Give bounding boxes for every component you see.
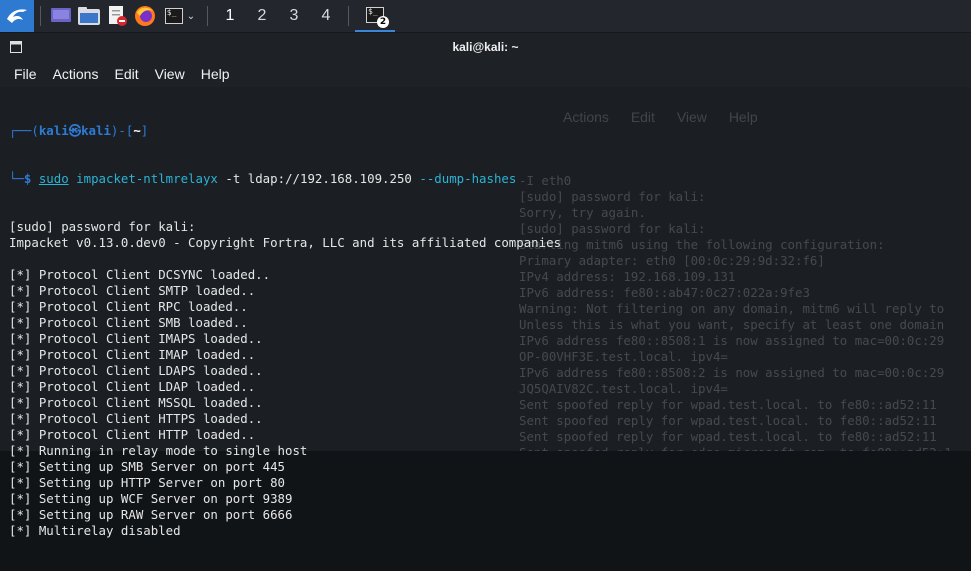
- output-line: [sudo] password for kali:: [9, 219, 196, 234]
- terminal-task-button[interactable]: $_ 2: [355, 0, 395, 32]
- command-target: ldap://192.168.109.250: [247, 171, 412, 186]
- firefox-icon: [135, 6, 155, 26]
- menubar: File Actions Edit View Help: [0, 61, 971, 87]
- command-flag: --dump-hashes: [419, 171, 517, 186]
- output-line: [*] Protocol Client HTTPS loaded..: [9, 411, 263, 426]
- menu-edit[interactable]: Edit: [106, 66, 146, 82]
- kali-menu-button[interactable]: [0, 0, 34, 32]
- terminal-launcher[interactable]: $_ ⌄: [159, 0, 201, 32]
- output-line: [*] Multirelay disabled: [9, 523, 181, 538]
- menu-view[interactable]: View: [147, 66, 193, 82]
- show-desktop-button[interactable]: [47, 0, 75, 32]
- command-program: impacket-ntlmrelayx: [76, 171, 218, 186]
- output-line: [*] Protocol Client SMB loaded..: [9, 315, 248, 330]
- text-editor-launcher[interactable]: [103, 0, 131, 32]
- taskbar-separator: [207, 6, 208, 26]
- output-line: [*] Protocol Client DCSYNC loaded..: [9, 267, 271, 282]
- output-line: [*] Protocol Client RPC loaded..: [9, 299, 248, 314]
- prompt-path: ~: [133, 123, 141, 138]
- output-line: [*] Setting up HTTP Server on port 80: [9, 475, 286, 490]
- output-line: [*] Protocol Client MSSQL loaded..: [9, 395, 263, 410]
- prompt-at-symbol: ㉿: [68, 123, 82, 138]
- output-line: [*] Setting up SMB Server on port 445: [9, 459, 286, 474]
- file-manager-launcher[interactable]: [75, 0, 103, 32]
- prompt-user: kali: [38, 123, 69, 138]
- workspace-3[interactable]: 3: [278, 0, 310, 32]
- prompt-line-1: ┌──(kali㉿kali)-[~]: [9, 123, 149, 138]
- output-line: Impacket v0.13.0.dev0 - Copyright Fortra…: [9, 235, 562, 250]
- menu-file[interactable]: File: [6, 66, 45, 82]
- menu-actions[interactable]: Actions: [45, 66, 107, 82]
- window-count-badge: 2: [377, 16, 389, 28]
- output-line: [*] Protocol Client IMAP loaded..: [9, 347, 256, 362]
- workspace-2[interactable]: 2: [246, 0, 278, 32]
- terminal-output[interactable]: ┌──(kali㉿kali)-[~] └─$ sudo impacket-ntl…: [9, 91, 971, 571]
- prompt-line-2: └─$ sudo impacket-ntlmrelayx -t ldap://1…: [9, 171, 517, 186]
- terminal-icon: $_: [164, 8, 183, 24]
- output-line: [*] Running in relay mode to single host: [9, 443, 308, 458]
- window-title: kali@kali: ~: [452, 40, 519, 54]
- output-line: [*] Protocol Client LDAPS loaded..: [9, 363, 263, 378]
- prompt-host: kali: [81, 123, 111, 138]
- output-line: [*] Setting up WCF Server on port 9389: [9, 491, 293, 506]
- workspace-4[interactable]: 4: [310, 0, 342, 32]
- command-sudo: sudo: [38, 171, 69, 186]
- window-titlebar[interactable]: kali@kali: ~: [0, 33, 971, 61]
- output-line: [*] Protocol Client IMAPS loaded..: [9, 331, 263, 346]
- menu-help[interactable]: Help: [193, 66, 238, 82]
- taskbar-separator: [40, 6, 41, 26]
- command-args: -t: [225, 171, 241, 186]
- firefox-launcher[interactable]: [131, 0, 159, 32]
- output-line: [*] Protocol Client SMTP loaded..: [9, 283, 256, 298]
- output-line: [*] Setting up RAW Server on port 6666: [9, 507, 293, 522]
- folder-icon: [78, 7, 100, 25]
- command-output: [sudo] password for kali: Impacket v0.13.…: [9, 219, 971, 539]
- output-line: [*] Protocol Client LDAP loaded..: [9, 379, 256, 394]
- terminal-window: kali@kali: ~ File Actions Edit View Help…: [0, 33, 971, 538]
- terminal-window-icon: [10, 41, 22, 56]
- taskbar: $_ ⌄ 1 2 3 4 $_ 2: [0, 0, 971, 33]
- desktop-icon: [51, 8, 71, 22]
- output-line: [*] Protocol Client HTTP loaded..: [9, 427, 256, 442]
- kali-dragon-icon: [7, 9, 27, 23]
- chevron-down-icon[interactable]: ⌄: [187, 11, 195, 22]
- taskbar-separator: [348, 6, 349, 26]
- text-editor-icon: [109, 6, 127, 26]
- workspace-1[interactable]: 1: [214, 0, 246, 32]
